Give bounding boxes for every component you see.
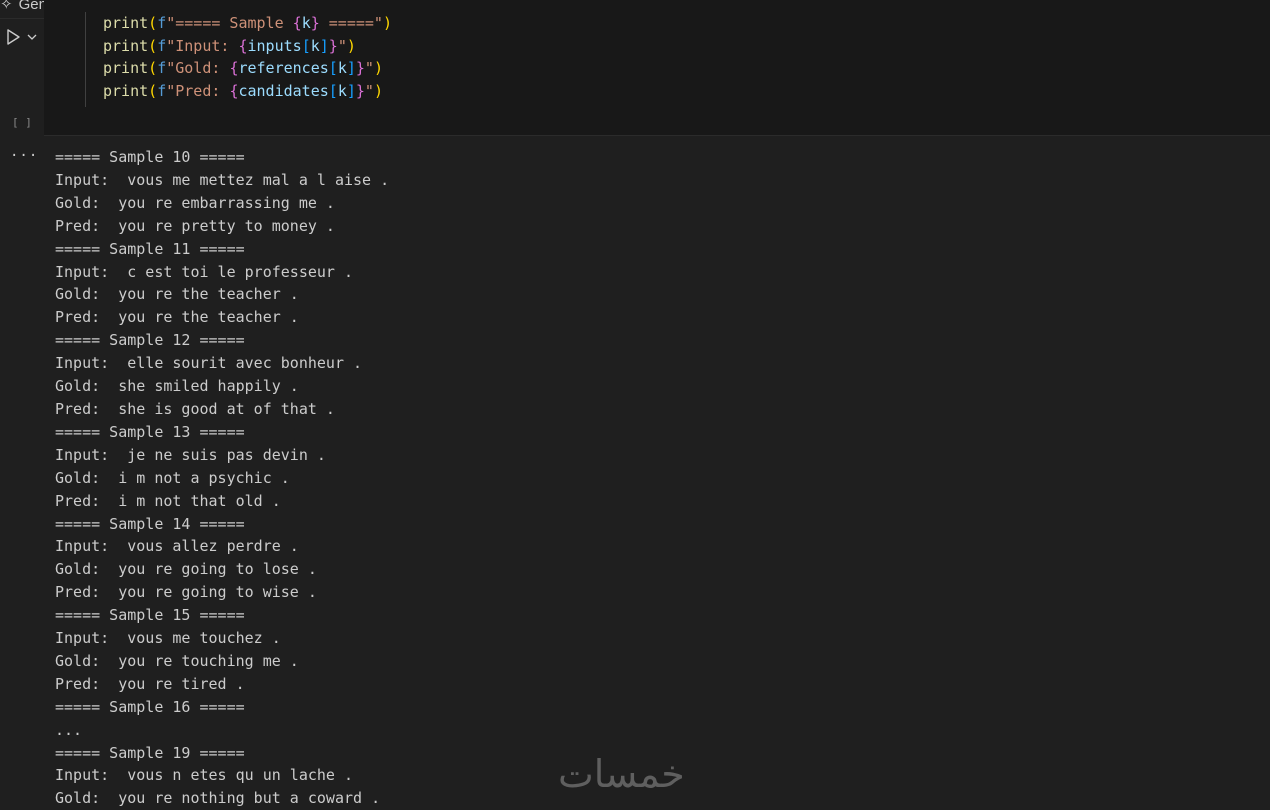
output-line: ===== Sample 13 ===== [55,422,245,441]
code-token: ) [373,59,383,78]
code-token: ) [382,14,392,32]
output-line: Input: vous me touchez . [55,629,281,648]
play-icon[interactable] [6,29,20,45]
code-token: print [103,82,149,101]
code-token: } [355,82,365,101]
output-line: ===== Sample 12 ===== [55,331,245,350]
output-line: ... [55,720,83,739]
output-line: Gold: you re embarrassing me . [55,193,335,212]
code-token: k [310,36,320,55]
output-line: Gold: you re touching me . [55,651,299,670]
code-line: print(f"===== Sample {k} =====") [103,12,392,35]
output-line: ===== Sample 19 ===== [55,743,245,762]
code-token: [ [301,36,311,55]
code-token: " [364,59,374,78]
code-token: print [103,59,149,78]
code-token: inputs [247,36,302,55]
code-token: ( [148,36,158,55]
code-token: "Pred: [166,82,230,101]
output-line: ===== Sample 15 ===== [55,606,245,625]
code-token: "===== Sample [166,14,293,32]
code-token: ( [148,14,158,32]
code-token: print [103,14,149,32]
output-line: Gold: you re nothing but a coward . [55,789,381,808]
output-line: Pred: you re tired . [55,674,245,693]
output-line: Pred: you re going to wise . [55,583,317,602]
output-line: Gold: you re the teacher . [55,285,299,304]
code-token: " [337,36,347,55]
code-token: k [337,82,347,101]
code-token: f [157,36,167,55]
output-line: Input: vous n etes qu un lache . [55,766,354,785]
indent-guide [85,12,86,107]
output-line: Input: vous me mettez mal a l aise . [55,170,390,189]
code-token: } [355,59,365,78]
chevron-down-icon[interactable] [26,32,38,42]
code-token: f [157,14,167,32]
sparkle-icon: ✧ [0,0,13,13]
output-line: Gold: she smiled happily . [55,377,299,396]
code-token: "Gold: [166,59,230,78]
code-token: references [238,59,329,78]
code-cell[interactable]: print(f"===== Sample {k} =====") print(f"… [44,0,1270,136]
output-line: Gold: i m not a psychic . [55,468,290,487]
code-token: } [310,14,320,32]
code-token: candidates [238,82,329,101]
cell-output: ===== Sample 10 ===== Input: vous me mett… [55,146,389,810]
output-line: Pred: i m not that old . [55,491,281,510]
execution-count: [ ] [12,116,32,129]
output-line: ===== Sample 14 ===== [55,514,245,533]
output-line: Input: c est toi le professeur . [55,262,354,281]
output-line: Gold: you re going to lose . [55,560,317,579]
run-cell-button[interactable] [6,29,38,45]
code-token: [ [328,82,338,101]
code-token: ] [346,59,356,78]
code-token: f [157,59,167,78]
code-token: ) [346,36,356,55]
output-line: Input: je ne suis pas devin . [55,445,326,464]
watermark-logo: خمسات [558,752,685,796]
code-token: k [337,59,347,78]
code-token: ] [346,82,356,101]
code-token: =====" [319,14,383,32]
code-token: { [238,36,248,55]
code-token: " [364,82,374,101]
code-token: ( [148,82,158,101]
code-token: } [328,36,338,55]
output-line: Pred: you re the teacher . [55,308,299,327]
code-token: [ [328,59,338,78]
output-line: ===== Sample 11 ===== [55,239,245,258]
code-token: "Input: [166,36,239,55]
code-token: print [103,36,149,55]
output-line: Input: vous allez perdre . [55,537,299,556]
output-menu-button[interactable]: ··· [10,148,38,164]
code-token: { [292,14,302,32]
code-editor[interactable]: print(f"===== Sample {k} =====") print(f"… [103,12,392,103]
code-line: print(f"Input: {inputs[k]}") [103,35,392,58]
output-line: Pred: you re pretty to money . [55,216,335,235]
code-token: ( [148,59,158,78]
output-line: Pred: she is good at of that . [55,399,335,418]
output-line: ===== Sample 10 ===== [55,148,245,166]
code-line: print(f"Pred: {candidates[k]}") [103,80,392,103]
output-line: ===== Sample 16 ===== [55,697,245,716]
code-token: f [157,82,167,101]
code-token: ] [319,36,329,55]
code-line: print(f"Gold: {references[k]}") [103,57,392,80]
output-line: Input: elle sourit avec bonheur . [55,354,363,373]
code-token: k [301,14,311,32]
code-token: ) [373,82,383,101]
